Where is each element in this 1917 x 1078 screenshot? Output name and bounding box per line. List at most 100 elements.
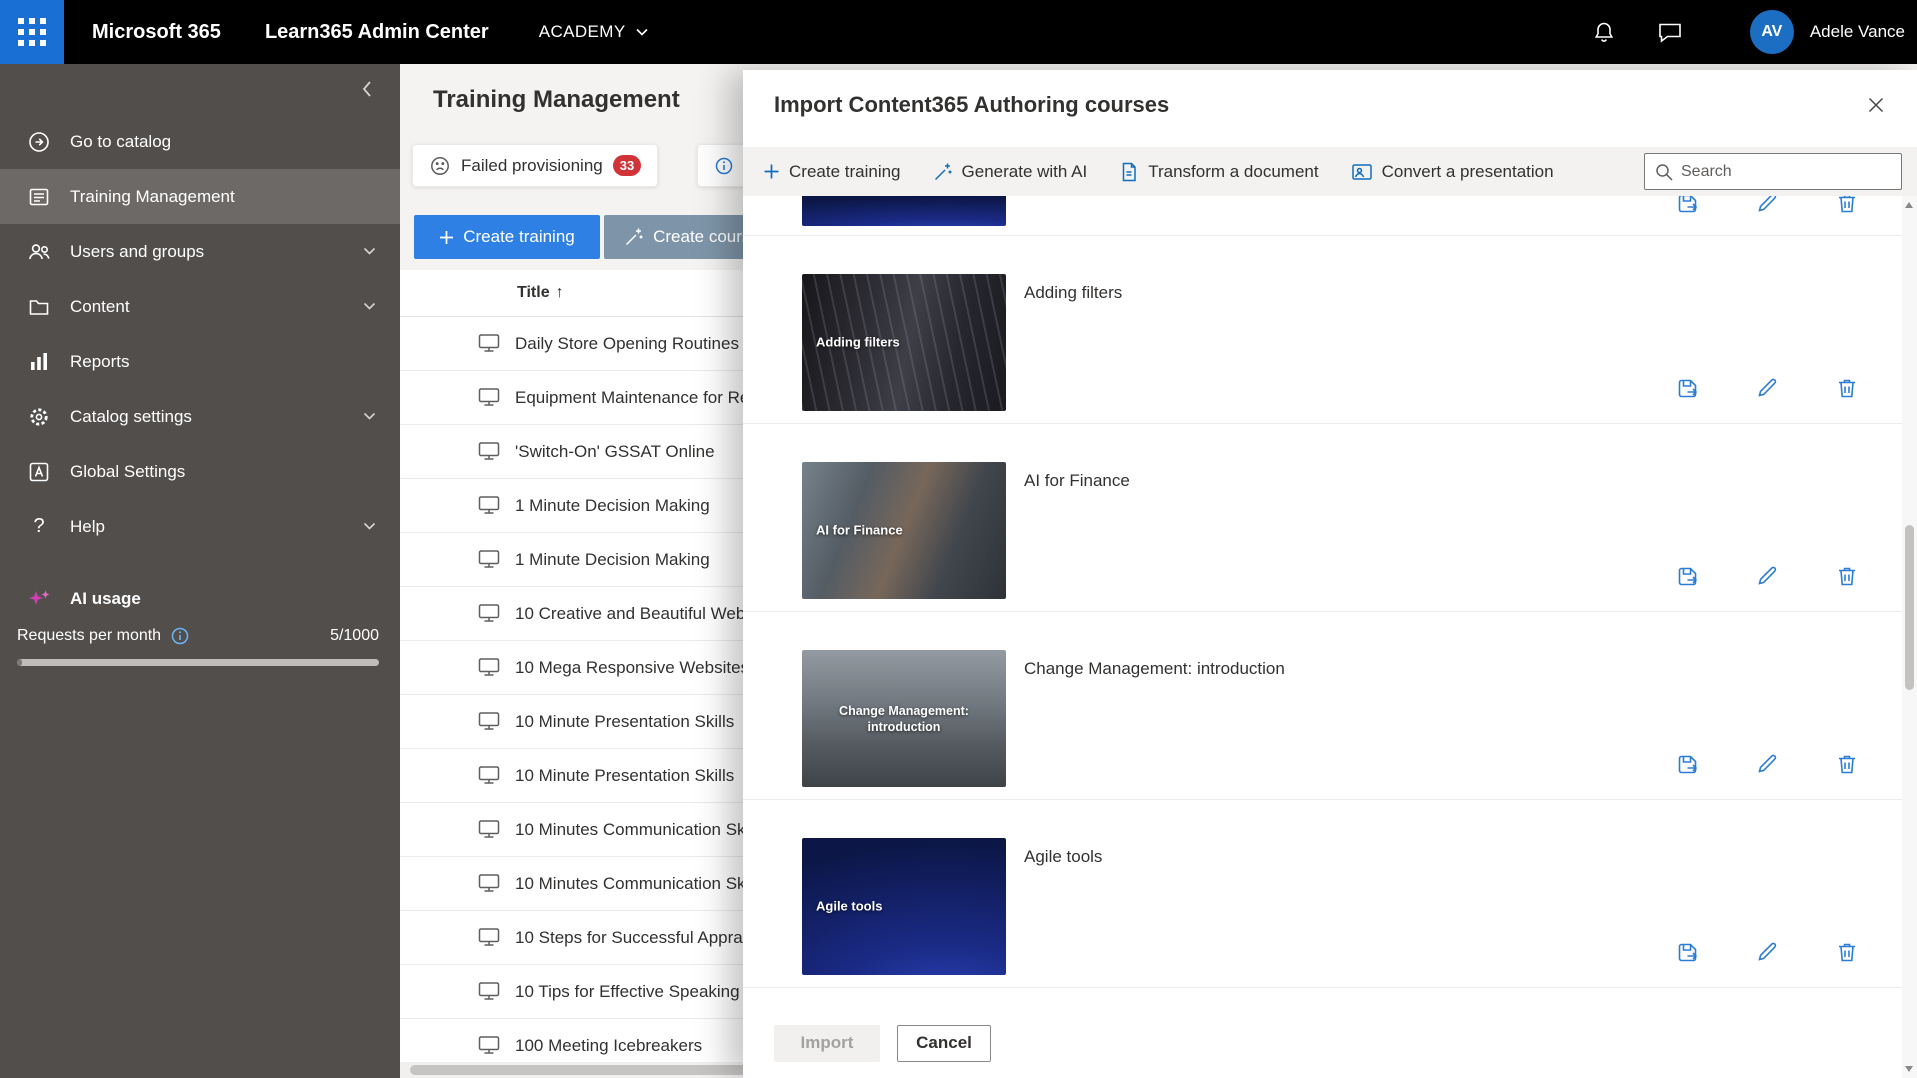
import-course-button[interactable] [1674, 375, 1700, 401]
import-course-button[interactable] [1674, 939, 1700, 965]
create-training-button[interactable]: Create training [414, 215, 600, 259]
edit-course-button[interactable] [1754, 563, 1780, 589]
modal-create-training-button[interactable]: Create training [763, 162, 901, 182]
chevron-down-icon [363, 247, 376, 256]
bar-chart-icon [26, 349, 52, 375]
pencil-icon [1758, 942, 1777, 961]
sidebar-item-reports[interactable]: Reports [0, 334, 400, 389]
course-actions [1674, 375, 1860, 401]
info-icon[interactable] [170, 626, 190, 646]
org-switcher[interactable]: ACADEMY [539, 22, 648, 42]
monitor-icon [478, 712, 500, 730]
delete-course-button[interactable] [1834, 563, 1860, 589]
edit-course-button[interactable] [1754, 939, 1780, 965]
feedback-button[interactable] [1646, 8, 1694, 56]
course-row[interactable]: AI for Finance AI for Finance [743, 424, 1902, 612]
row-title: 10 Minute Presentation Skills [515, 765, 735, 785]
collapse-sidebar-button[interactable] [358, 77, 376, 101]
search-input[interactable] [1681, 162, 1891, 181]
notifications-button[interactable] [1580, 8, 1628, 56]
import-button[interactable]: Import [774, 1024, 880, 1062]
app-launcher-button[interactable] [0, 0, 64, 64]
sidebar-item-content[interactable]: Content [0, 279, 400, 334]
monitor-icon [478, 550, 500, 568]
folder-icon [26, 294, 52, 320]
requests-label: Requests per month [17, 627, 162, 644]
import-icon [1678, 943, 1697, 961]
delete-course-button[interactable] [1834, 751, 1860, 777]
vertical-scrollbar[interactable] [1902, 196, 1917, 1078]
import-icon [1678, 567, 1697, 585]
course-row[interactable]: Change Management: introduction Change M… [743, 612, 1902, 800]
failed-provisioning-label: Failed provisioning [461, 155, 603, 175]
edit-course-button[interactable] [1754, 375, 1780, 401]
row-title: 1 Minute Decision Making [515, 495, 710, 515]
sidebar-item-label: Users and groups [70, 241, 205, 261]
toolbar-item-label: Generate with AI [961, 161, 1088, 181]
row-title: 10 Tips for Effective Speaking [515, 981, 740, 1001]
generate-with-ai-button[interactable]: Generate with AI [933, 161, 1088, 182]
delete-course-button[interactable] [1834, 939, 1860, 965]
go-to-catalog-icon [26, 129, 52, 155]
document-icon [1119, 162, 1139, 182]
trash-icon [1839, 755, 1855, 774]
sidebar-item-global-settings[interactable]: Global Settings [0, 444, 400, 499]
import-course-button[interactable] [1674, 751, 1700, 777]
close-button[interactable] [1861, 90, 1891, 120]
users-icon [26, 239, 52, 265]
transform-document-button[interactable]: Transform a document [1119, 162, 1319, 182]
sidebar-item-label: Help [70, 516, 105, 536]
presentation-icon [1351, 162, 1373, 182]
sidebar-item-label: Global Settings [70, 461, 186, 481]
import-modal: Import Content365 Authoring courses Crea… [743, 70, 1917, 1078]
course-row[interactable]: Agile tools Agile tools [743, 800, 1902, 988]
sort-ascending-icon: ↑ [555, 284, 564, 301]
convert-presentation-button[interactable]: Convert a presentation [1351, 162, 1554, 182]
monitor-icon [478, 820, 500, 838]
course-row[interactable]: Adding filters Adding filters [743, 236, 1902, 424]
row-title: 'Switch-On' GSSAT Online [515, 441, 715, 461]
ai-usage-progress-fill [17, 659, 22, 666]
edit-course-button[interactable] [1754, 751, 1780, 777]
monitor-icon [478, 766, 500, 784]
sidebar-item-users-and-groups[interactable]: Users and groups [0, 224, 400, 279]
sidebar-collapse-row [0, 64, 400, 114]
requests-per-month-row: Requests per month 5/1000 [0, 624, 400, 646]
toolbar-item-label: Create training [789, 161, 901, 181]
vertical-scrollbar-thumb[interactable] [1905, 525, 1914, 690]
pencil-icon [1758, 566, 1777, 585]
sidebar-item-ai-usage[interactable]: AI usage [0, 574, 400, 624]
scroll-up-arrow-icon[interactable] [1905, 202, 1913, 208]
trash-icon [1839, 567, 1855, 586]
failed-provisioning-count: 33 [612, 155, 642, 176]
app-title: Learn365 Admin Center [264, 20, 489, 43]
monitor-icon [478, 604, 500, 622]
scroll-down-arrow-icon[interactable] [1905, 1066, 1913, 1072]
course-thumbnail: Change Management: introduction [802, 650, 1006, 787]
cancel-button[interactable]: Cancel [897, 1024, 991, 1062]
sidebar-item-help[interactable]: ? Help [0, 499, 400, 554]
pencil-icon [1758, 754, 1777, 773]
user-name: Adele Vance [1809, 22, 1905, 41]
row-title: 10 Minute Presentation Skills [515, 711, 735, 731]
sidebar-item-go-to-catalog[interactable]: Go to catalog [0, 114, 400, 169]
delete-course-button[interactable] [1834, 375, 1860, 401]
avatar[interactable]: AV [1749, 10, 1794, 54]
chevron-down-icon [363, 302, 376, 311]
course-thumbnail: Adding filters [802, 274, 1006, 411]
sidebar-item-label: Catalog settings [70, 406, 192, 426]
sidebar-item-catalog-settings[interactable]: Catalog settings [0, 389, 400, 444]
wand-icon [624, 227, 644, 247]
waffle-icon [18, 18, 46, 46]
import-course-button[interactable] [1674, 563, 1700, 589]
sidebar-item-training-management[interactable]: Training Management [0, 169, 400, 224]
create-training-label: Create training [463, 227, 575, 246]
row-title: 10 Creative and Beautiful Web [515, 603, 746, 623]
sidebar-item-label: Go to catalog [70, 131, 172, 151]
course-actions [1674, 751, 1860, 777]
thumbnail-title: Agile tools [816, 898, 883, 914]
thumbnail-title: AI for Finance [816, 522, 903, 538]
failed-provisioning-pill[interactable]: Failed provisioning 33 [412, 144, 659, 187]
brand-label: Microsoft 365 [92, 20, 221, 43]
course-row-partial[interactable] [743, 193, 1902, 236]
